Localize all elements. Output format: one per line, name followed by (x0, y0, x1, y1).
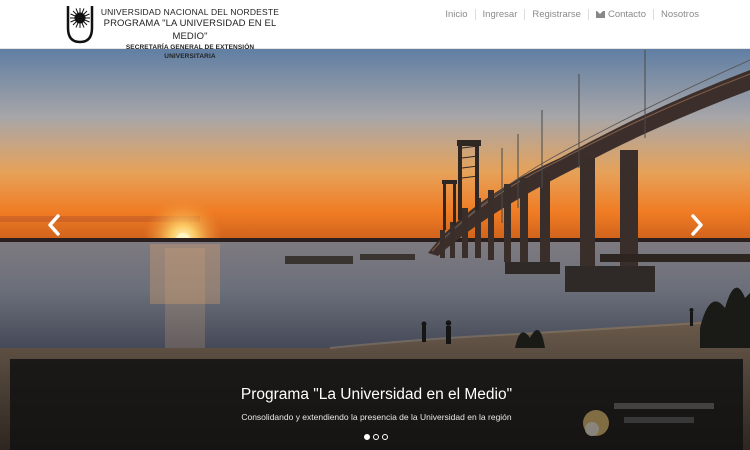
nav-contacto-label: Contacto (607, 9, 646, 20)
brand-text[interactable]: UNIVERSIDAD NACIONAL DEL NORDESTE PROGRA… (100, 7, 280, 61)
envelope-icon (595, 11, 605, 18)
nav-nosotros[interactable]: Nosotros (654, 9, 706, 20)
hero-carousel[interactable]: Programa "La Universidad en el Medio" Co… (0, 48, 750, 450)
carousel-indicators (364, 434, 388, 440)
nav-contacto[interactable]: Contacto (589, 9, 653, 20)
watermark-logo (583, 403, 714, 436)
brand-university-name: UNIVERSIDAD NACIONAL DEL NORDESTE (100, 7, 280, 17)
nav-inicio[interactable]: Inicio (438, 9, 474, 20)
chevron-right-icon (691, 214, 703, 236)
top-navbar: UNIVERSIDAD NACIONAL DEL NORDESTE PROGRA… (0, 0, 750, 60)
nav-ingresar[interactable]: Ingresar (476, 9, 525, 20)
university-logo[interactable] (66, 4, 94, 44)
brand-secretariat-name: SECRETARÍA GENERAL DE EXTENSIÓN UNIVERSI… (125, 44, 255, 60)
carousel-indicator-1[interactable] (364, 434, 370, 440)
chevron-left-icon (48, 214, 60, 236)
carousel-next-button[interactable] (684, 210, 710, 240)
nav-registrarse[interactable]: Registrarse (525, 9, 588, 20)
brand-program-name: PROGRAMA "LA UNIVERSIDAD EN EL MEDIO" (103, 18, 277, 42)
main-nav: Inicio Ingresar Registrarse Contacto Nos… (438, 9, 706, 20)
carousel-indicator-2[interactable] (373, 434, 379, 440)
carousel-indicator-3[interactable] (382, 434, 388, 440)
carousel-prev-button[interactable] (41, 210, 67, 240)
